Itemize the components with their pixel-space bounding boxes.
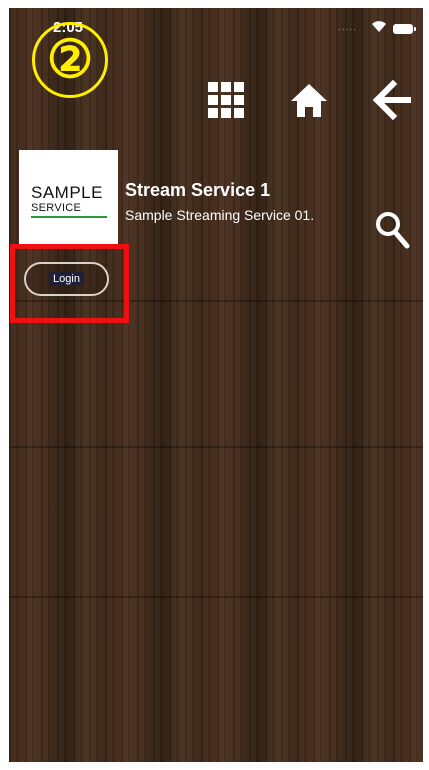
home-icon[interactable] [289,80,329,120]
login-button[interactable]: Login [24,262,109,296]
grid-icon[interactable] [206,80,246,120]
logo-text-sample: SAMPLE [31,183,103,202]
wifi-icon [372,21,386,32]
search-icon[interactable] [374,210,410,250]
step-number-marker: ② [32,22,108,98]
signal-indicator: ..... [338,22,357,33]
arrow-left-icon[interactable] [373,80,413,120]
logo-underline [31,216,107,218]
wood-seam [9,596,423,598]
battery-icon [393,24,416,34]
login-button-label: Login [49,272,84,286]
wood-seam [9,446,423,448]
service-logo: SAMPLE SERVICE [19,150,118,246]
app-screen: 2:05 ..... ② SAMPLE SERVICE Stream Servi… [9,8,423,762]
service-title: Stream Service 1 [125,180,271,200]
service-list-item[interactable]: SAMPLE SERVICE Stream Service 1 Sample S… [19,150,423,250]
logo-text-service: SERVICE [31,202,82,214]
service-description: Sample Streaming Service 01. [125,207,315,223]
